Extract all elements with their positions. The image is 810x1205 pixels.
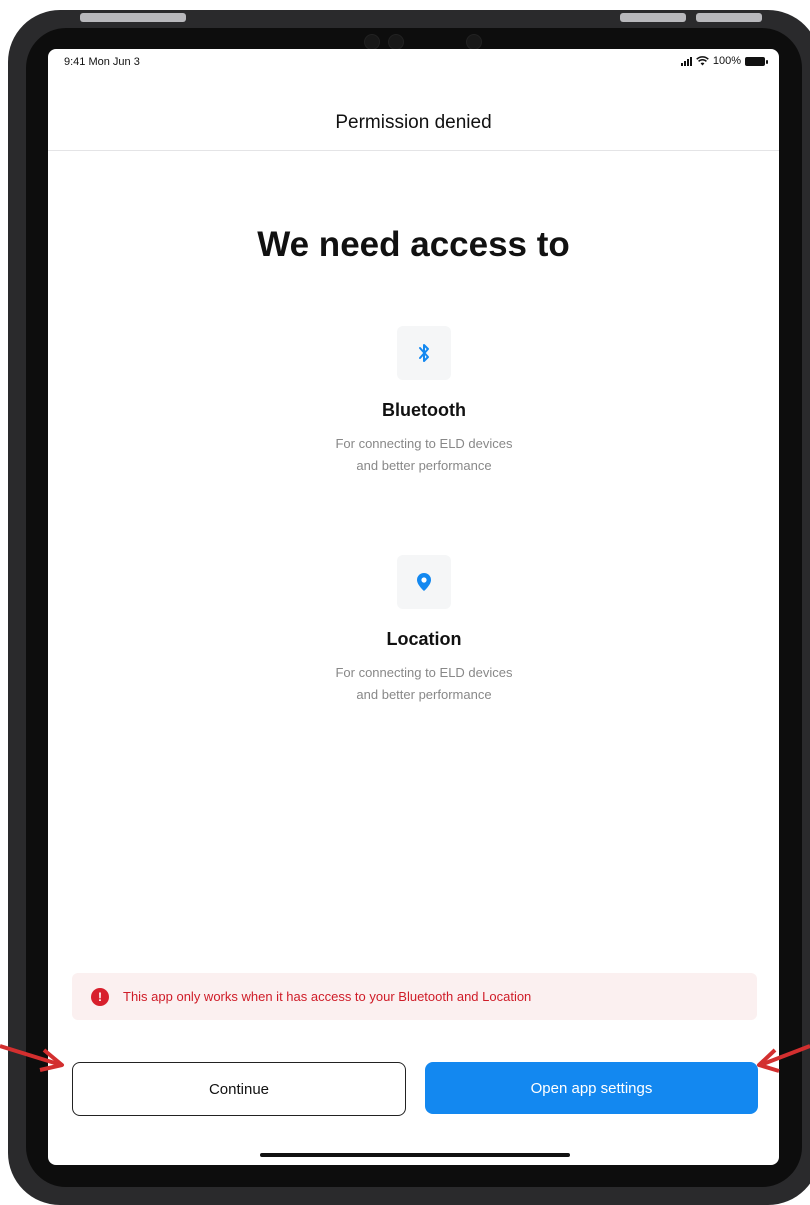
sensor-icon <box>466 34 482 50</box>
page-title: Permission denied <box>335 112 492 133</box>
alert-text: This app only works when it has access t… <box>123 989 532 1004</box>
permission-description: For connecting to ELD devices and better… <box>274 433 574 477</box>
wifi-icon <box>696 56 709 66</box>
permission-title: Bluetooth <box>382 400 466 420</box>
permission-desc-line: and better performance <box>356 458 492 473</box>
sensor-icon <box>388 34 404 50</box>
permission-bluetooth: Bluetooth For connecting to ELD devices … <box>274 326 574 477</box>
camera-icon <box>364 34 380 50</box>
home-indicator[interactable] <box>260 1153 570 1157</box>
permission-title: Location <box>386 629 462 649</box>
error-icon: ! <box>91 987 109 1006</box>
permission-desc-line: For connecting to ELD devices <box>335 665 513 680</box>
battery-percent: 100% <box>712 55 741 67</box>
status-indicators: 100% <box>680 55 768 67</box>
hardware-button <box>80 13 186 22</box>
status-bar: 9:41 Mon Jun 3 100% <box>48 49 779 73</box>
permission-description: For connecting to ELD devices and better… <box>274 662 574 706</box>
app-screen: 9:41 Mon Jun 3 100% Permission denied We… <box>48 49 779 1165</box>
bluetooth-icon <box>397 326 451 380</box>
hardware-button <box>620 13 686 22</box>
open-app-settings-button[interactable]: Open app settings <box>425 1062 758 1114</box>
annotation-arrow-left <box>757 1044 810 1073</box>
error-alert: ! This app only works when it has access… <box>72 973 757 1020</box>
main-heading: We need access to <box>257 225 570 264</box>
continue-button[interactable]: Continue <box>72 1062 406 1116</box>
cellular-signal-icon <box>680 56 692 66</box>
status-time: 9:41 Mon Jun 3 <box>64 56 140 68</box>
permission-desc-line: and better performance <box>356 687 492 702</box>
navigation-bar: Permission denied <box>48 99 779 151</box>
permission-location: Location For connecting to ELD devices a… <box>274 555 574 706</box>
location-pin-icon <box>397 555 451 609</box>
annotation-arrow-right <box>0 1044 64 1072</box>
permission-desc-line: For connecting to ELD devices <box>335 436 513 451</box>
battery-icon <box>745 56 768 66</box>
hardware-button <box>696 13 762 22</box>
